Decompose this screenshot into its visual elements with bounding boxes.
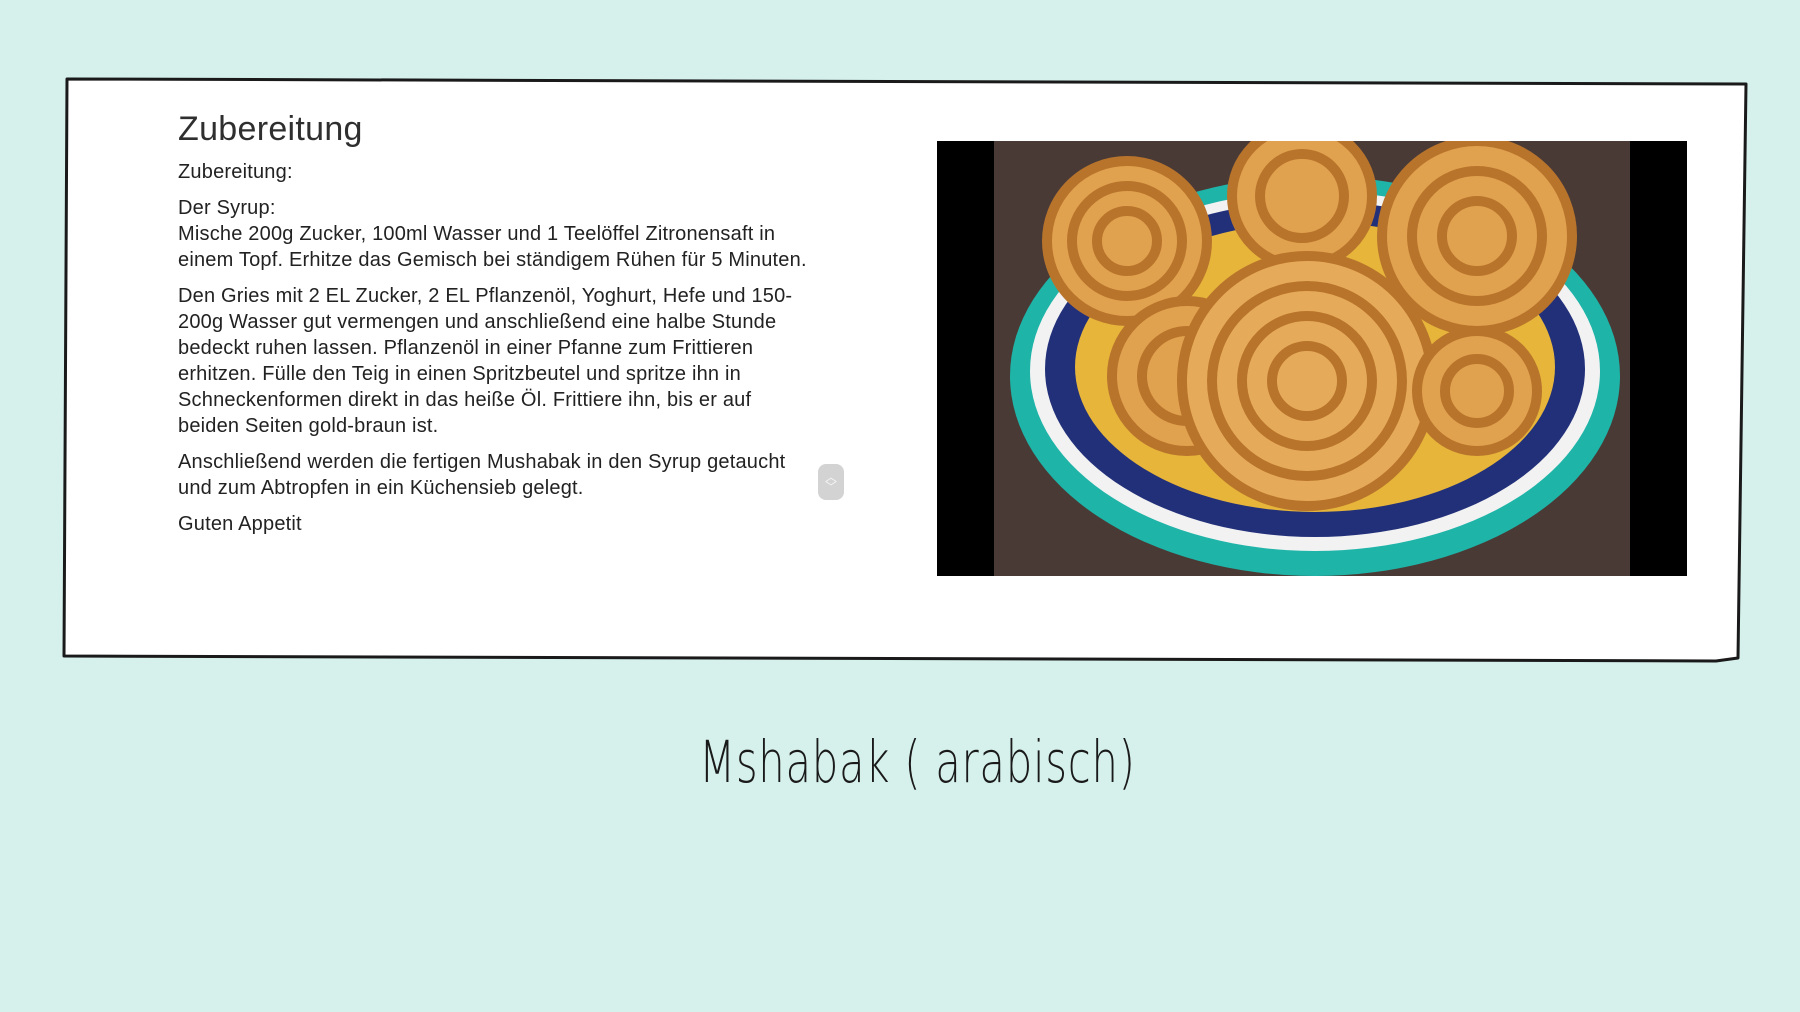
chevron-down-icon: ﹀: [824, 480, 837, 494]
dough-paragraph: Den Gries mit 2 EL Zucker, 2 EL Pflanzen…: [178, 285, 793, 437]
scroll-handle[interactable]: ︿ ﹀: [818, 464, 844, 500]
closing-paragraph: Guten Appetit: [178, 513, 302, 535]
recipe-paragraph: Zubereitung:: [178, 161, 293, 183]
page-title: Mshabak ( arabisch): [699, 728, 1136, 796]
syrup-paragraph: Der Syrup: Mische 200g Zucker, 100ml Was…: [178, 197, 807, 271]
mshabak-photo: [937, 141, 1687, 576]
finishing-paragraph: Anschließend werden die fertigen Mushaba…: [178, 451, 786, 499]
recipe-text-block: Zubereitung Zubereitung: Der Syrup: Misc…: [178, 110, 818, 547]
section-heading: Zubereitung: [178, 110, 363, 148]
